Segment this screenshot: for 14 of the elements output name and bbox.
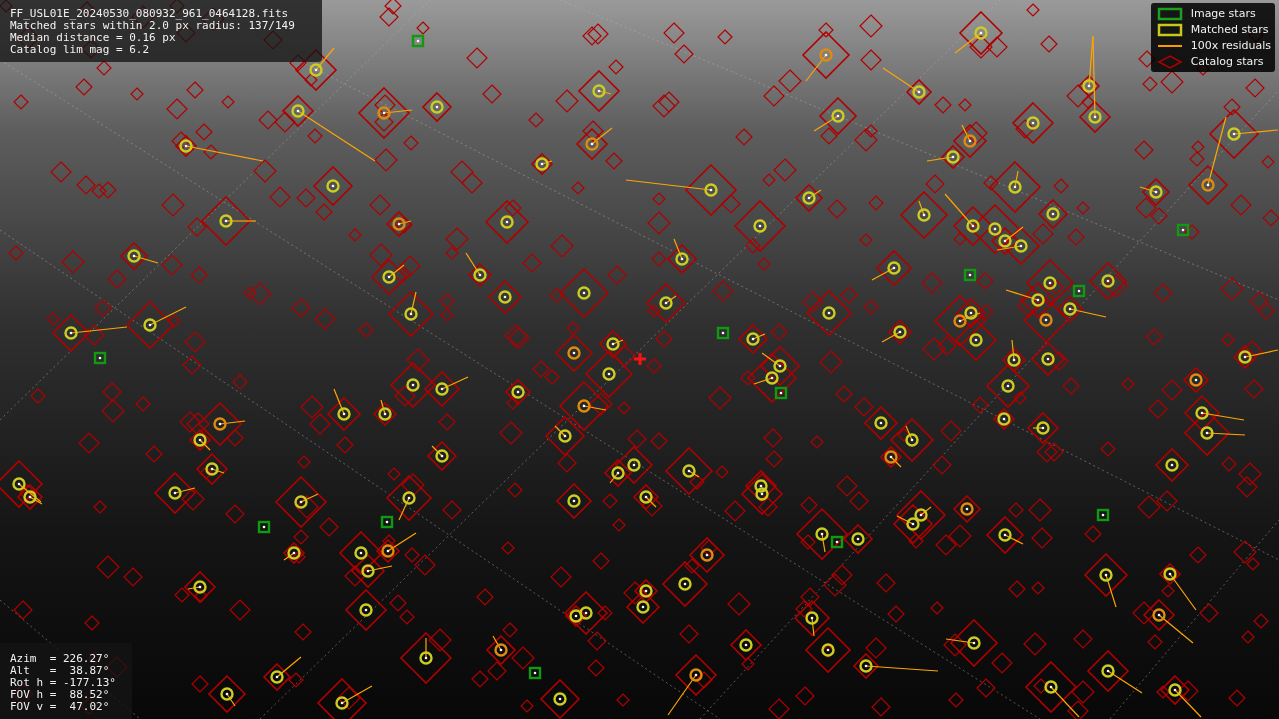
info-text: FF_USL01E_20240530_080932_961_0464128.fits bbox=[10, 8, 290, 20]
pointing-text: Alt = 38.87° bbox=[10, 665, 111, 677]
pointing-text: Rot h = -177.13° bbox=[10, 677, 117, 689]
legend-label: 100x residuals bbox=[1190, 39, 1271, 53]
pointing-text: FOV h = 88.52° bbox=[10, 689, 111, 701]
center-cross-icon bbox=[632, 351, 648, 367]
pointing-text: Azim = 226.27° bbox=[10, 653, 111, 665]
pointing-text: FOV v = 47.02° bbox=[10, 701, 111, 713]
info-text: Median distance = 0.16 px bbox=[10, 32, 177, 44]
info-text: Matched stars within 2.0 px radius: 137/149 bbox=[10, 20, 296, 32]
info-text: Catalog lim mag = 6.2 bbox=[10, 44, 151, 56]
legend-label: Matched stars bbox=[1190, 23, 1269, 37]
legend-label: Catalog stars bbox=[1190, 55, 1264, 69]
legend-label: Image stars bbox=[1190, 7, 1256, 21]
